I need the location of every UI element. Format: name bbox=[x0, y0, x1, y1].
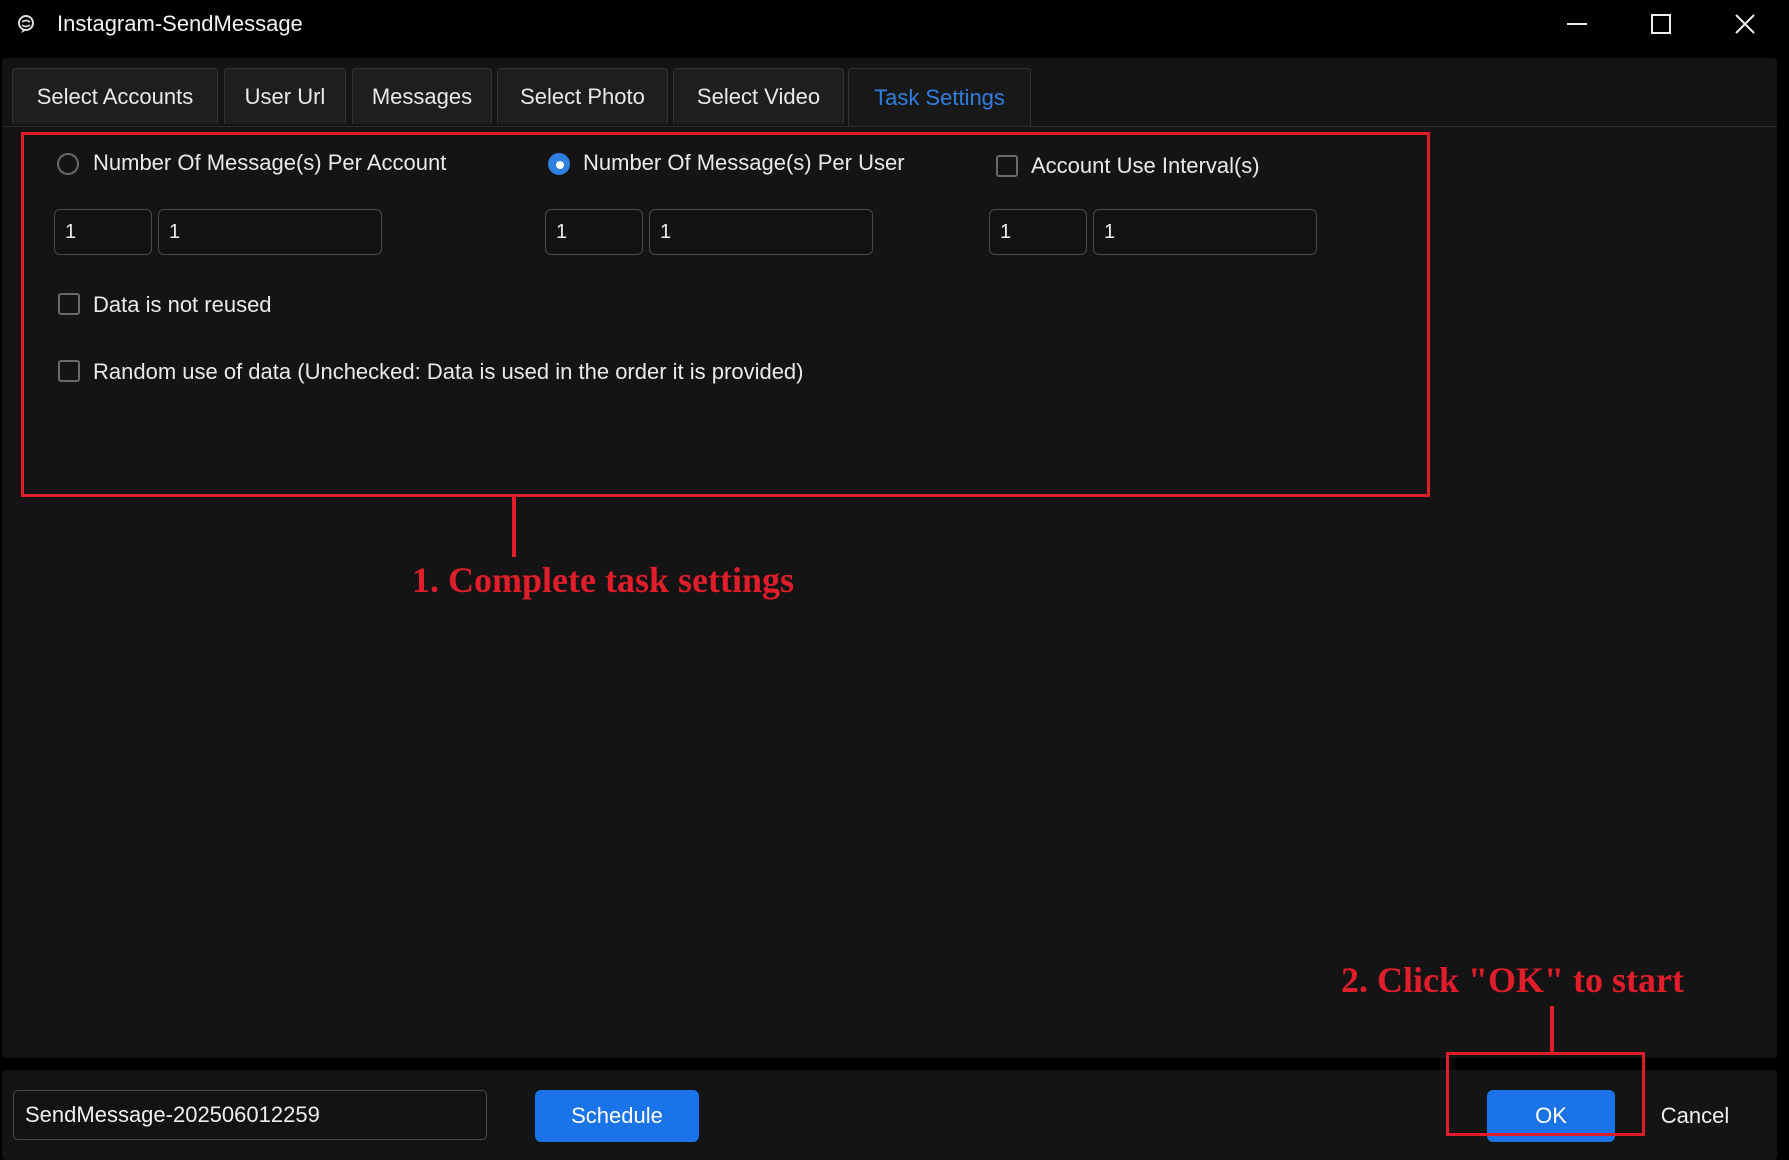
close-icon bbox=[1735, 14, 1755, 34]
app-icon bbox=[14, 12, 38, 36]
annotation-connector-2 bbox=[1550, 1006, 1554, 1052]
minimize-icon bbox=[1567, 23, 1587, 25]
settings-highlight-box bbox=[21, 132, 1430, 497]
window-title: Instagram-SendMessage bbox=[57, 11, 303, 36]
tab-task-settings[interactable]: Task Settings bbox=[848, 68, 1031, 126]
tab-select-accounts[interactable]: Select Accounts bbox=[12, 68, 218, 124]
tab-select-photo[interactable]: Select Photo bbox=[497, 68, 668, 124]
ok-highlight-box bbox=[1446, 1052, 1645, 1136]
tab-messages[interactable]: Messages bbox=[352, 68, 492, 124]
tab-user-url[interactable]: User Url bbox=[224, 68, 346, 124]
annotation-connector-1 bbox=[512, 497, 516, 557]
cancel-button[interactable]: Cancel bbox=[1640, 1090, 1750, 1142]
maximize-button[interactable] bbox=[1619, 0, 1703, 48]
task-name-input[interactable]: SendMessage-202506012259 bbox=[13, 1090, 487, 1140]
maximize-icon bbox=[1651, 14, 1671, 34]
tab-select-video[interactable]: Select Video bbox=[673, 68, 844, 124]
schedule-button[interactable]: Schedule bbox=[535, 1090, 699, 1142]
annotation-step-1: 1. Complete task settings bbox=[412, 560, 794, 600]
close-button[interactable] bbox=[1703, 0, 1787, 48]
minimize-button[interactable] bbox=[1535, 0, 1619, 48]
annotation-step-2: 2. Click "OK" to start bbox=[1341, 960, 1684, 1000]
